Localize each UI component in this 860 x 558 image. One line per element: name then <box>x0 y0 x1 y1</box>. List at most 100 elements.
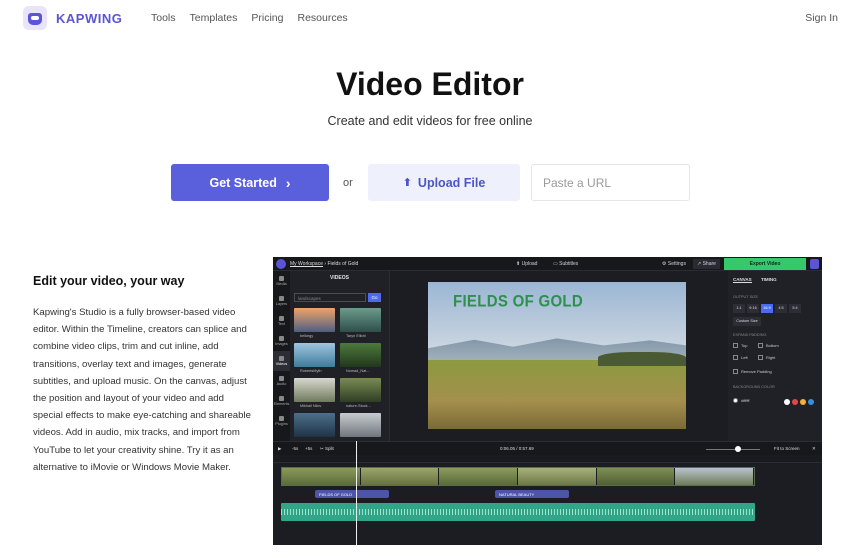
thumb-label: Mikhail Nilov <box>300 404 322 408</box>
brand-name: KAPWING <box>56 10 123 26</box>
feature-description: Kapwing's Studio is a fully browser-base… <box>33 307 251 473</box>
video-canvas: FIELDS OF GOLD <box>428 282 686 429</box>
tab-timing: TIMING <box>760 277 777 282</box>
tool-elements: Elements <box>273 391 290 411</box>
nav-resources[interactable]: Resources <box>297 12 347 24</box>
media-icon <box>279 276 284 281</box>
videos-panel-title: VIDEOS <box>330 275 349 281</box>
padding-top: Top <box>733 343 747 348</box>
thumb-label: belkegy <box>300 334 314 338</box>
main-nav: Tools Templates Pricing Resources <box>151 12 362 24</box>
bg-color-label: #ffffff <box>741 398 750 403</box>
zoom-slider <box>706 449 760 450</box>
nav-templates[interactable]: Templates <box>190 12 238 24</box>
or-separator: or <box>343 177 353 189</box>
videos-panel: VIDEOS landscapes Go belkegy Taryn Ellio… <box>290 271 390 441</box>
audio-track <box>281 503 755 521</box>
checkbox-icon <box>758 343 763 348</box>
get-started-label: Get Started <box>209 175 277 190</box>
upload-icon: ⬆ <box>402 177 412 189</box>
editor-share-label: Share <box>702 261 716 267</box>
tool-layers: Layers <box>273 291 290 311</box>
upload-file-label: Upload File <box>417 175 486 190</box>
swatch-red <box>792 399 798 405</box>
editor-subtitles-label: Subtitles <box>559 261 579 267</box>
forward-5s: +5s <box>305 446 313 451</box>
padding-left: Left <box>733 355 748 360</box>
tool-media: Media <box>273 271 290 291</box>
canvas-settings-panel: CANVAS TIMING OUTPUT SIZE 1:1 9:16 16:9 … <box>728 271 822 441</box>
close-icon: ✕ <box>812 446 816 451</box>
editor-user-badge <box>810 259 819 269</box>
canvas-trees <box>598 352 686 366</box>
page-title: Video Editor <box>336 66 524 102</box>
ratio-option: 1:1 <box>733 304 745 313</box>
editor-topbar: My Workspace › Fields of Gold ⬆ Upload ▭… <box>273 257 822 271</box>
tool-images: Images <box>273 331 290 351</box>
editor-export: Export Video <box>724 258 806 270</box>
video-thumb <box>340 413 381 437</box>
padding-right: Right <box>758 355 775 360</box>
nav-pricing[interactable]: Pricing <box>251 12 283 24</box>
kapwing-logo[interactable]: KAPWING <box>23 6 122 30</box>
nav-tools[interactable]: Tools <box>151 12 176 24</box>
tool-elements-label: Elements <box>273 402 290 406</box>
padding-right-label: Right <box>766 355 776 360</box>
settings-tabs: CANVAS TIMING <box>733 277 785 283</box>
audio-waveform <box>281 509 755 515</box>
time-readout: 0:06.05 / 0:57.69 <box>500 446 534 451</box>
upload-file-button[interactable]: ⬆ Upload File <box>368 164 520 201</box>
video-clip <box>360 468 440 485</box>
tool-videos-label: Videos <box>275 362 288 366</box>
video-track <box>281 467 755 486</box>
zoom-slider-knob <box>735 446 741 452</box>
images-icon <box>279 336 284 341</box>
canvas-field <box>428 360 686 429</box>
get-started-button[interactable]: Get Started › <box>171 164 329 201</box>
text-track-clip: NATURAL BEAUTY <box>495 490 569 498</box>
tool-text: Text <box>273 311 290 331</box>
checkbox-icon <box>758 355 763 360</box>
video-thumb <box>294 308 335 332</box>
tool-layers-label: Layers <box>275 302 288 306</box>
background-color-heading: BACKGROUND COLOR <box>733 385 775 389</box>
video-clip <box>282 468 361 485</box>
background-color-value: #ffffff <box>733 398 750 403</box>
swatch-white <box>784 399 790 405</box>
output-size-heading: OUTPUT SIZE <box>733 295 759 299</box>
swatch-blue <box>808 399 814 405</box>
ratio-option: 5:4 <box>789 304 801 313</box>
text-track-clip: FIELDS OF GOLD <box>315 490 389 498</box>
thumb-label: RobertsMyth <box>300 369 322 373</box>
color-swatch-icon <box>733 398 738 403</box>
page-subtitle: Create and edit videos for free online <box>327 114 533 128</box>
video-thumb <box>340 343 381 367</box>
rewind-5s: -5s <box>292 446 299 451</box>
video-thumb <box>294 378 335 402</box>
playhead <box>356 441 357 545</box>
paste-url-input[interactable] <box>531 164 690 201</box>
canvas-title-text: FIELDS OF GOLD <box>453 292 584 311</box>
fit-to-screen: Fit to Screen <box>774 446 800 451</box>
tool-videos: Videos <box>273 351 290 371</box>
ratio-option: 4:5 <box>775 304 787 313</box>
sign-in-link[interactable]: Sign In <box>805 12 838 24</box>
tool-media-label: Media <box>276 282 287 286</box>
editor-toolbar: Media Layers Text Images Videos Audio El… <box>273 271 290 441</box>
play-icon: ▶ <box>278 446 282 451</box>
ratio-option: 9:16 <box>747 304 759 313</box>
padding-top-label: Top <box>741 343 748 348</box>
remove-padding: Remove Padding <box>733 369 772 374</box>
video-search-go: Go <box>368 293 381 302</box>
custom-size-button: Custom Size <box>733 317 761 326</box>
checkbox-icon <box>733 343 738 348</box>
videos-icon <box>279 356 284 361</box>
ratio-option-selected: 16:9 <box>761 304 773 313</box>
elements-icon <box>279 396 284 401</box>
video-clip <box>675 468 754 485</box>
tool-audio: Audio <box>273 371 290 391</box>
remove-padding-label: Remove Padding <box>741 369 772 374</box>
tool-plugins-label: Plugins <box>275 422 288 426</box>
video-clip <box>596 468 676 485</box>
tab-canvas: CANVAS <box>733 277 752 283</box>
